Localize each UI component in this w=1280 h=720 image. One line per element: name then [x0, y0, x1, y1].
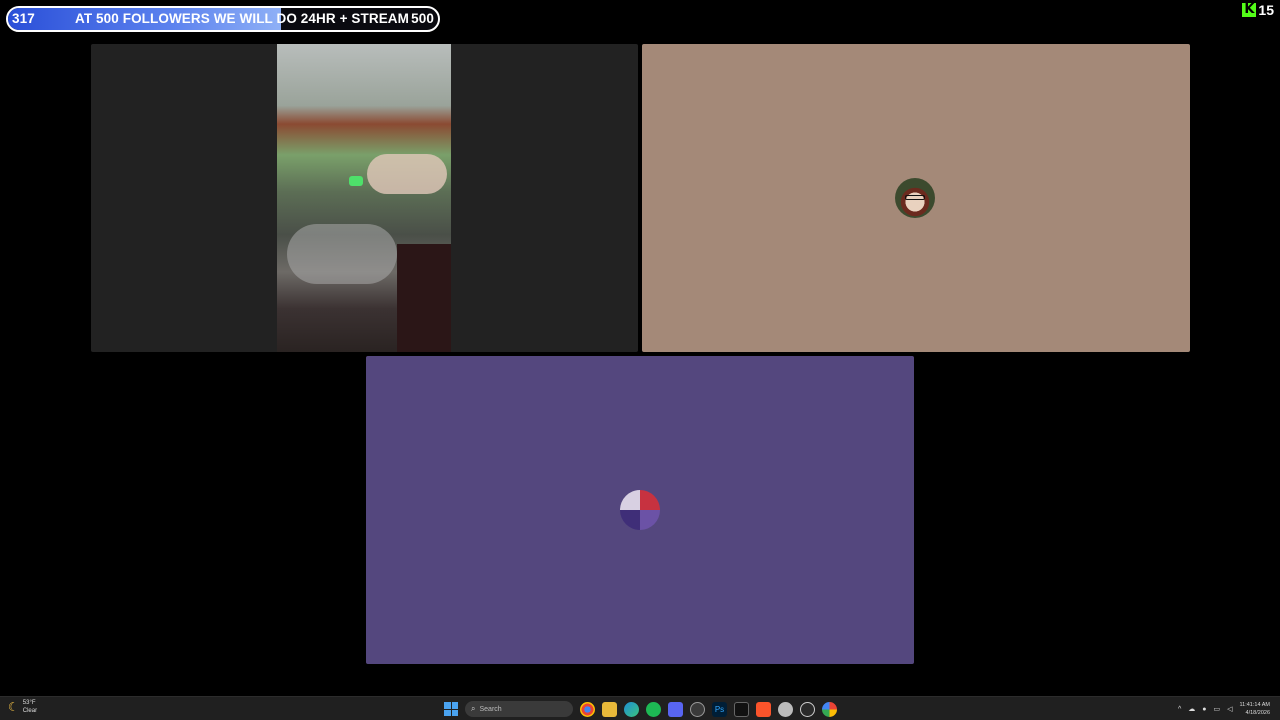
weather-temp: 53°F — [22, 700, 36, 706]
taskbar: ☾ 53°F Clear ⌕ Search Ps ^ ☁ ● ▭ ◁ 11:41… — [0, 696, 1280, 720]
participant-tile-avatar-2[interactable] — [366, 356, 914, 664]
edge-icon[interactable] — [624, 701, 639, 717]
spotify-icon[interactable] — [646, 701, 661, 717]
volume-icon[interactable]: ◁ — [1227, 705, 1232, 713]
cloud-icon[interactable]: ☁ — [1188, 705, 1195, 713]
start-button[interactable] — [444, 702, 458, 716]
steam-icon[interactable] — [800, 701, 815, 717]
taskbar-search[interactable]: ⌕ Search — [465, 701, 573, 717]
participant-tile-camera[interactable] — [91, 44, 638, 352]
goal-target-count: 500 — [411, 11, 434, 26]
participant-tile-avatar-1[interactable] — [642, 44, 1190, 352]
microphone-icon[interactable]: ● — [1202, 706, 1206, 713]
system-tray: ^ ☁ ● ▭ ◁ 11:41:14 AM 4/18/2026 — [1178, 699, 1270, 719]
file-explorer-icon[interactable] — [602, 701, 617, 717]
moon-icon: ☾ — [8, 700, 19, 714]
camera-feed — [277, 44, 451, 352]
weather-condition: Clear — [22, 708, 38, 714]
chrome-icon[interactable] — [580, 701, 595, 717]
viewer-badge: K 15 — [1242, 2, 1274, 18]
viewer-count: 15 — [1258, 2, 1274, 18]
chevron-up-icon[interactable]: ^ — [1178, 706, 1181, 713]
search-icon: ⌕ — [471, 704, 476, 713]
goal-message: AT 500 FOLLOWERS WE WILL DO 24HR + STREA… — [75, 11, 409, 26]
goal-current-count: 317 — [12, 11, 35, 26]
terminal-icon[interactable] — [734, 701, 749, 717]
network-icon[interactable]: ▭ — [1214, 705, 1221, 713]
taskbar-apps: ⌕ Search Ps — [444, 699, 837, 719]
participant-avatar — [620, 490, 660, 530]
clock-time: 11:41:14 AM — [1239, 702, 1270, 708]
participant-avatar — [895, 178, 935, 218]
follower-goal-bar: 317 AT 500 FOLLOWERS WE WILL DO 24HR + S… — [6, 6, 440, 32]
clock[interactable]: 11:41:14 AM 4/18/2026 — [1240, 701, 1270, 717]
photoshop-icon[interactable]: Ps — [712, 701, 727, 717]
search-placeholder: Search — [479, 705, 502, 713]
obs-icon[interactable] — [690, 701, 705, 717]
clock-date: 4/18/2026 — [1245, 710, 1270, 716]
app-circle-icon[interactable] — [778, 701, 793, 717]
google-icon[interactable] — [822, 701, 837, 717]
brave-icon[interactable] — [756, 701, 771, 717]
discord-icon[interactable] — [668, 701, 683, 717]
weather-widget[interactable]: ☾ 53°F Clear — [8, 699, 37, 715]
kick-logo-icon: K — [1242, 2, 1257, 17]
